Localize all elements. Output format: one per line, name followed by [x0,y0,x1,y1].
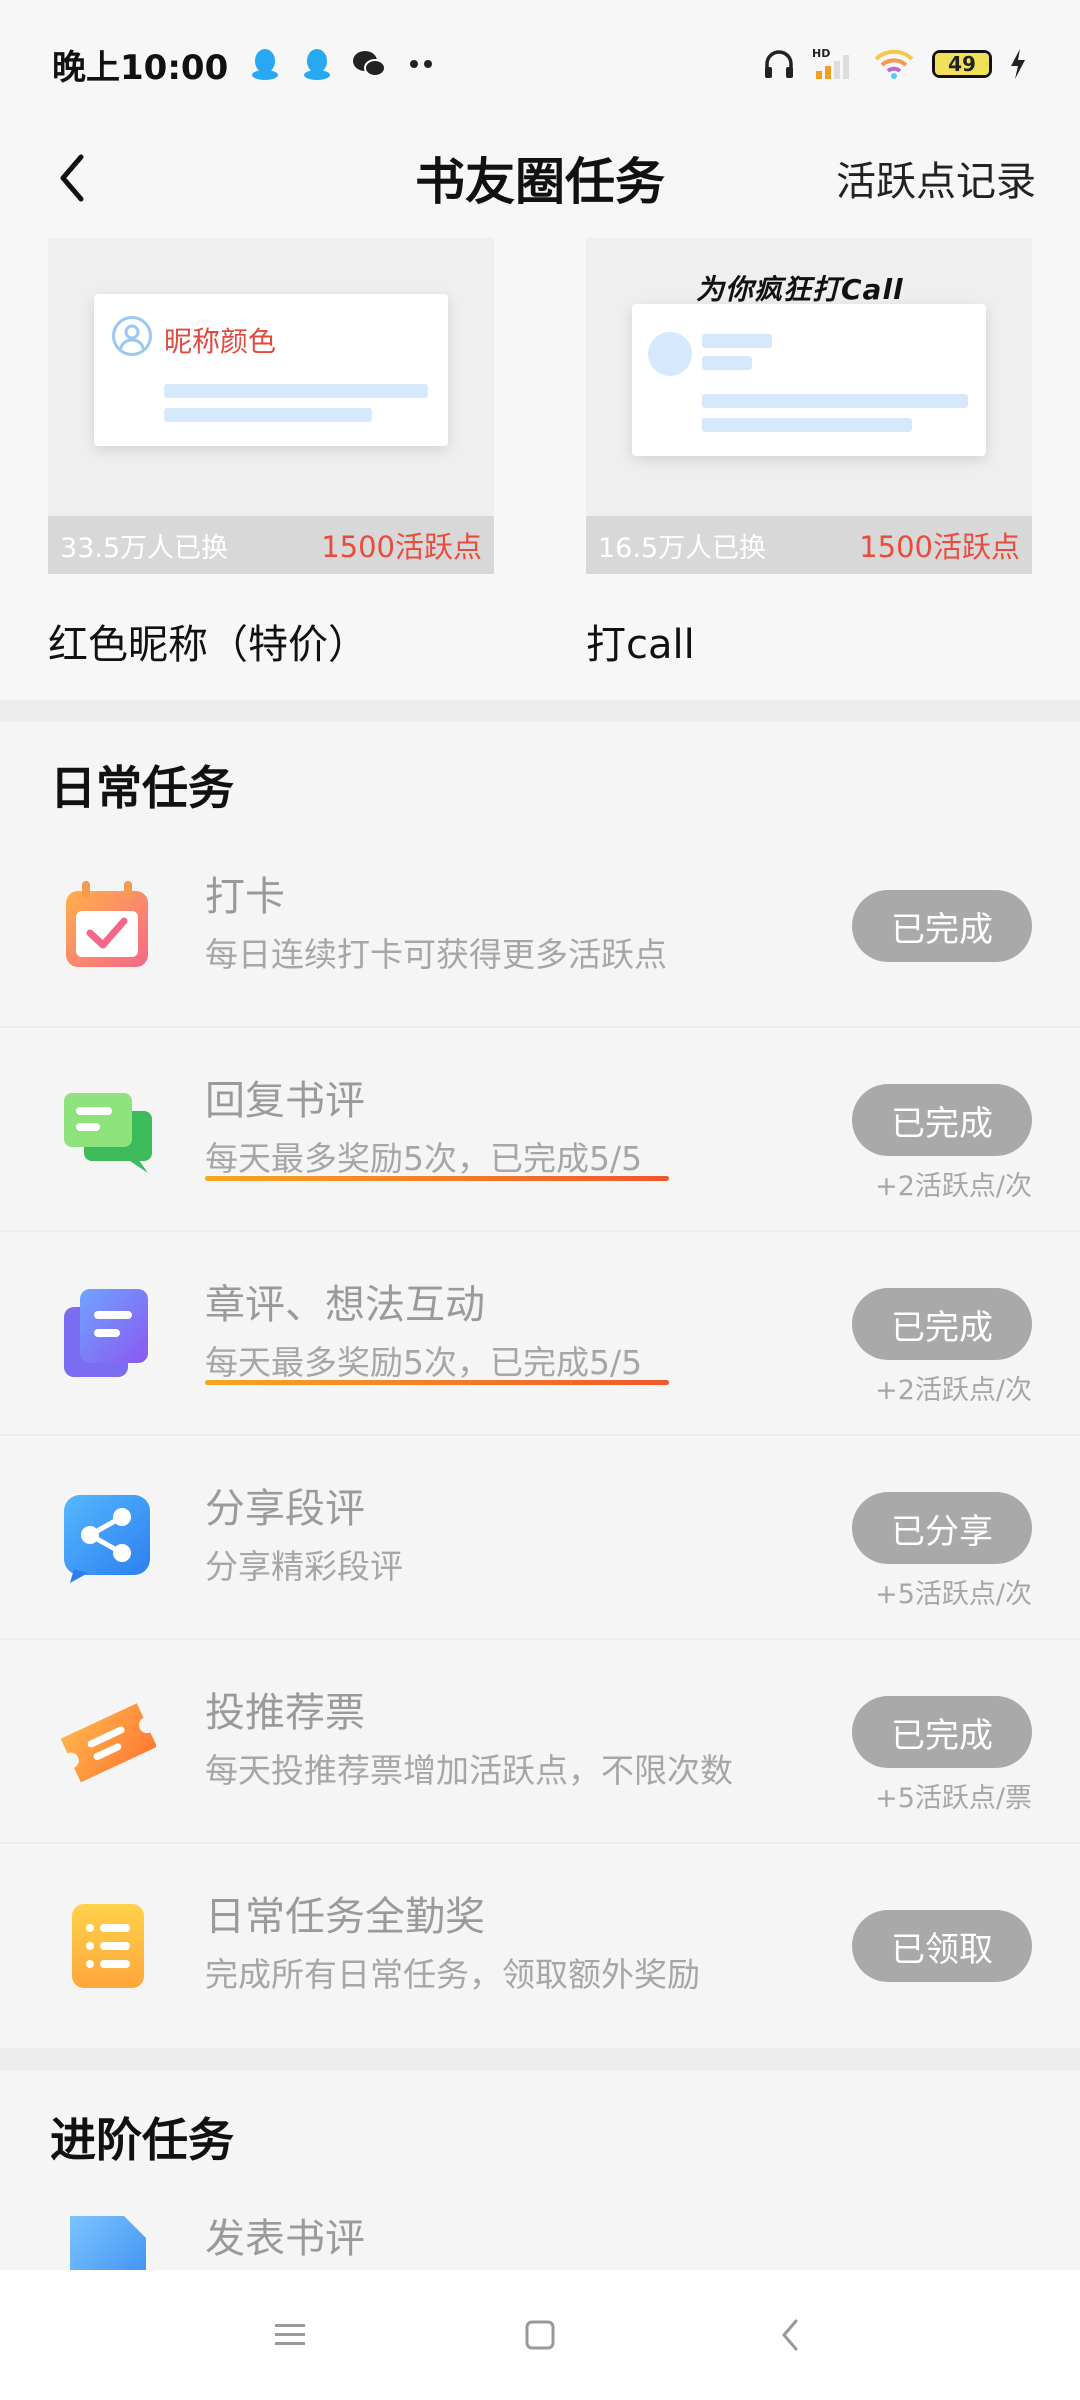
task-row-reply-review: 回复书评 每天最多奖励5次，已完成5/5 已完成 +2活跃点/次 [0,1028,1080,1232]
checklist-icon [60,1898,156,1994]
chevron-left-icon [60,154,84,202]
card-preview: 昵称颜色 33.5万人已换 1500活跃点 [48,238,494,574]
task-status-button[interactable]: 已完成 [852,890,1032,962]
battery-level: 49 [935,52,989,76]
task-desc: 每天最多奖励5次，已完成5/5 [205,1139,643,1178]
task-status-button[interactable]: 已领取 [852,1910,1032,1982]
qq-icon [248,47,282,81]
reward-card-call[interactable]: 为你疯狂打Call 16.5万人已换 1500活跃点 打call [586,238,1032,670]
avatar-icon [112,316,152,356]
task-desc: 分享精彩段评 [205,1547,403,1586]
task-name: 日常任务全勤奖 [205,1894,485,1940]
back-nav-icon[interactable] [760,2305,820,2365]
card-price: 1500活跃点 [859,530,1020,564]
reward-cards: 昵称颜色 33.5万人已换 1500活跃点 红色昵称（特价） 为你疯狂打Call… [48,238,1032,670]
task-reward: +2活跃点/次 [875,1375,1032,1406]
task-reward: +2活跃点/次 [875,1171,1032,1202]
home-icon[interactable] [510,2305,570,2365]
headphones-icon [762,47,796,81]
card-price: 1500活跃点 [321,530,482,564]
section-divider [0,2048,1080,2070]
task-status-button[interactable]: 已完成 [852,1696,1032,1768]
card-title: 红色昵称（特价） [48,622,368,668]
daily-tasks-title: 日常任务 [50,761,234,815]
card-exchange-count: 33.5万人已换 [60,532,229,564]
call-banner: 为你疯狂打Call [696,273,904,306]
task-desc: 每天投推荐票增加活跃点，不限次数 [205,1751,733,1790]
wechat-icon [352,47,387,81]
battery-icon: 49 [932,50,992,78]
ticket-icon [60,1693,158,1789]
progress-underline [205,1176,669,1181]
progress-underline [205,1380,669,1385]
task-row-chapter-comment: 章评、想法互动 每天最多奖励5次，已完成5/5 已完成 +2活跃点/次 [0,1232,1080,1436]
task-name: 分享段评 [205,1486,365,1532]
task-desc: 每天最多奖励5次，已完成5/5 [205,1343,643,1382]
task-name: 打卡 [205,874,285,920]
activity-record-link[interactable]: 活跃点记录 [836,149,1036,207]
task-name: 回复书评 [205,1078,365,1124]
status-time: 晚上10:00 [52,47,229,88]
charging-icon [1008,47,1028,81]
task-reward: +5活跃点/票 [875,1783,1032,1814]
more-dots-icon [404,47,438,81]
section-divider [0,700,1080,722]
back-button[interactable] [40,138,104,218]
system-nav-bar [0,2270,1080,2400]
chat-bubbles-icon [60,1081,156,1177]
wifi-icon [872,47,916,81]
document-icon [60,2208,156,2270]
task-status-button[interactable]: 已分享 [852,1492,1032,1564]
daily-tasks-section: 日常任务 打卡 每日连续打卡可获得更多活跃点 已完成 回复书评 每天最多奖励5次… [0,722,1080,2048]
task-row-publish-review: 发表书评 前往 [0,2196,1080,2270]
menu-icon[interactable] [260,2305,320,2365]
task-desc: 每日连续打卡可获得更多活跃点 [205,935,667,974]
task-row-recommend-vote: 投推荐票 每天投推荐票增加活跃点，不限次数 已完成 +5活跃点/票 [0,1640,1080,1844]
task-name: 投推荐票 [205,1690,365,1736]
status-bar: 晚上10:00 HD 49 [0,0,1080,128]
document-stack-icon [60,1285,156,1381]
task-name: 发表书评 [205,2216,365,2262]
task-name: 章评、想法互动 [205,1282,485,1328]
card-title: 打call [586,622,695,668]
task-status-button[interactable]: 已完成 [852,1288,1032,1360]
reward-card-red-nickname[interactable]: 昵称颜色 33.5万人已换 1500活跃点 红色昵称（特价） [48,238,494,670]
task-reward: +5活跃点/次 [875,1579,1032,1610]
preview-nickname-text: 昵称颜色 [164,325,277,358]
task-row-share-comment: 分享段评 分享精彩段评 已分享 +5活跃点/次 [0,1436,1080,1640]
share-icon [60,1489,156,1585]
task-desc: 完成所有日常任务，领取额外奖励 [205,1955,700,1994]
qq-icon [300,47,334,81]
task-row-full-attendance: 日常任务全勤奖 完成所有日常任务，领取额外奖励 已领取 [0,1844,1080,2048]
card-preview: 为你疯狂打Call 16.5万人已换 1500活跃点 [586,238,1032,574]
header: 书友圈任务 活跃点记录 [0,128,1080,228]
card-exchange-count: 16.5万人已换 [598,532,767,564]
svg-text:HD: HD [812,47,830,60]
advanced-tasks-section: 进阶任务 发表书评 前往 [0,2070,1080,2270]
signal-icon: HD [812,47,856,81]
task-row-checkin: 打卡 每日连续打卡可获得更多活跃点 已完成 [0,824,1080,1028]
task-status-button[interactable]: 已完成 [852,1084,1032,1156]
advanced-tasks-title: 进阶任务 [50,2113,234,2167]
calendar-check-icon [60,877,156,973]
